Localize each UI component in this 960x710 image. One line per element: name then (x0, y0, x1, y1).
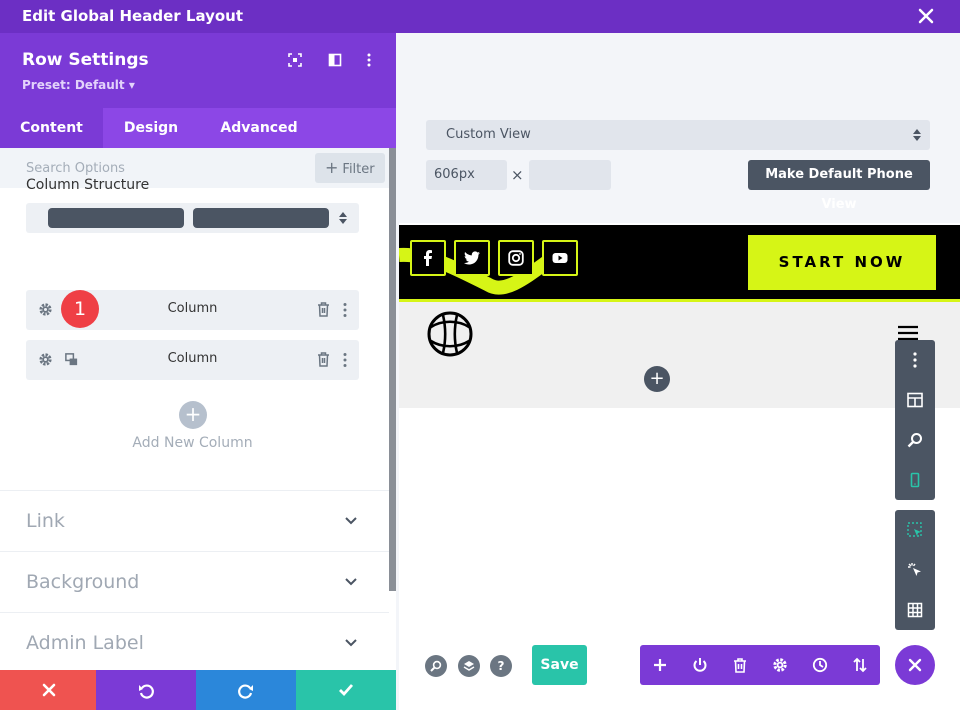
close-icon[interactable] (918, 8, 934, 24)
zoom-icon[interactable] (425, 655, 447, 677)
start-now-button[interactable]: START NOW (748, 235, 936, 290)
tab-content[interactable]: Content (0, 108, 103, 148)
instagram-button[interactable] (498, 240, 534, 276)
youtube-icon (552, 253, 568, 263)
step-badge: 1 (61, 290, 99, 328)
select-element-icon[interactable] (907, 522, 923, 538)
layout-icon[interactable] (907, 392, 923, 408)
undo-button[interactable] (96, 670, 196, 710)
history-icon[interactable] (812, 657, 828, 673)
twitter-button[interactable] (454, 240, 490, 276)
hamburger-menu-icon[interactable] (898, 325, 918, 341)
select-arrows-icon (339, 212, 347, 224)
check-icon (339, 684, 354, 697)
layers-icon[interactable] (458, 655, 480, 677)
click-mode-icon[interactable] (907, 562, 923, 578)
panel-title: Row Settings (22, 50, 149, 70)
search-icon[interactable] (907, 432, 923, 448)
youtube-button[interactable] (542, 240, 578, 276)
more-options-icon[interactable] (342, 352, 348, 368)
window-title: Edit Global Header Layout (22, 7, 244, 25)
split-view-icon[interactable] (328, 53, 342, 67)
filter-label: Filter (342, 162, 375, 177)
section-title: Background (26, 571, 140, 593)
save-button[interactable]: Save (532, 645, 587, 685)
dimension-separator: × (511, 166, 524, 184)
undo-icon (139, 684, 154, 699)
view-select-value: Custom View (446, 127, 531, 142)
twitter-icon (464, 251, 480, 265)
preset-dropdown[interactable]: Preset: Default ▾ (22, 78, 135, 92)
help-icon[interactable]: ? (490, 655, 512, 677)
section-title: Admin Label (26, 632, 144, 654)
add-icon[interactable] (652, 657, 668, 673)
plus-icon: + (325, 158, 339, 177)
column-structure-select[interactable] (26, 203, 359, 233)
column-structure-label: Column Structure (26, 177, 150, 193)
section-admin-label[interactable]: Admin Label (0, 612, 389, 672)
close-icon (908, 658, 922, 672)
view-height-input[interactable] (529, 160, 611, 190)
section-link[interactable]: Link (0, 490, 389, 550)
panel-action-bar (0, 670, 396, 710)
more-options-icon[interactable] (342, 302, 348, 318)
title-bar: Edit Global Header Layout (0, 0, 960, 33)
fullscreen-icon[interactable] (288, 53, 302, 67)
power-icon[interactable] (692, 657, 708, 673)
chevron-down-icon (345, 639, 357, 647)
view-select[interactable]: Custom View (426, 120, 930, 150)
close-builder-button[interactable] (895, 645, 935, 685)
view-width-input[interactable]: 606px (426, 160, 507, 190)
chevron-down-icon (345, 578, 357, 586)
close-icon (42, 683, 56, 697)
panel-scrollbar[interactable] (389, 148, 396, 591)
phone-view-icon[interactable] (907, 472, 923, 488)
panel-header: Row Settings Preset: Default ▾ (0, 33, 396, 108)
add-column-label[interactable]: Add New Column (0, 435, 385, 451)
sort-icon[interactable] (852, 657, 868, 673)
filter-button[interactable]: + Filter (315, 153, 385, 183)
make-default-phone-view-button[interactable]: Make Default Phone View (748, 160, 930, 212)
side-toolbar-bottom (895, 510, 935, 630)
discard-button[interactable] (0, 670, 99, 710)
confirm-button[interactable] (296, 670, 396, 710)
section-title: Link (26, 510, 65, 532)
redo-icon (238, 684, 253, 699)
search-options-input[interactable]: Search Options (26, 161, 125, 176)
section-background[interactable]: Background (0, 551, 389, 611)
select-arrows-icon (913, 129, 921, 141)
add-module-button[interactable]: + (644, 366, 670, 392)
add-column-button[interactable]: + (179, 401, 207, 429)
column-label: Column (167, 351, 218, 366)
column-structure-pill (48, 208, 184, 228)
trash-icon[interactable] (317, 302, 330, 317)
facebook-icon (424, 250, 432, 266)
layers-glyph (463, 661, 475, 671)
gear-icon[interactable] (772, 657, 788, 673)
chevron-down-icon (345, 517, 357, 525)
column-structure-pill (193, 208, 329, 228)
site-header-row (399, 302, 960, 408)
instagram-icon (508, 250, 524, 266)
site-logo[interactable] (426, 310, 474, 358)
grid-icon[interactable] (907, 602, 923, 618)
tab-advanced[interactable]: Advanced (199, 108, 319, 148)
more-options-icon[interactable] (907, 352, 923, 368)
redo-button[interactable] (196, 670, 296, 710)
module-toolbar (640, 645, 880, 685)
search-icon (430, 660, 442, 672)
tab-bar: Content Design Advanced (0, 108, 396, 148)
trash-icon[interactable] (317, 352, 330, 367)
trash-icon[interactable] (732, 657, 748, 673)
side-toolbar-top (895, 340, 935, 500)
column-row[interactable]: Column (26, 340, 359, 380)
tab-design[interactable]: Design (103, 108, 199, 148)
facebook-button[interactable] (410, 240, 446, 276)
more-options-icon[interactable] (362, 53, 376, 67)
